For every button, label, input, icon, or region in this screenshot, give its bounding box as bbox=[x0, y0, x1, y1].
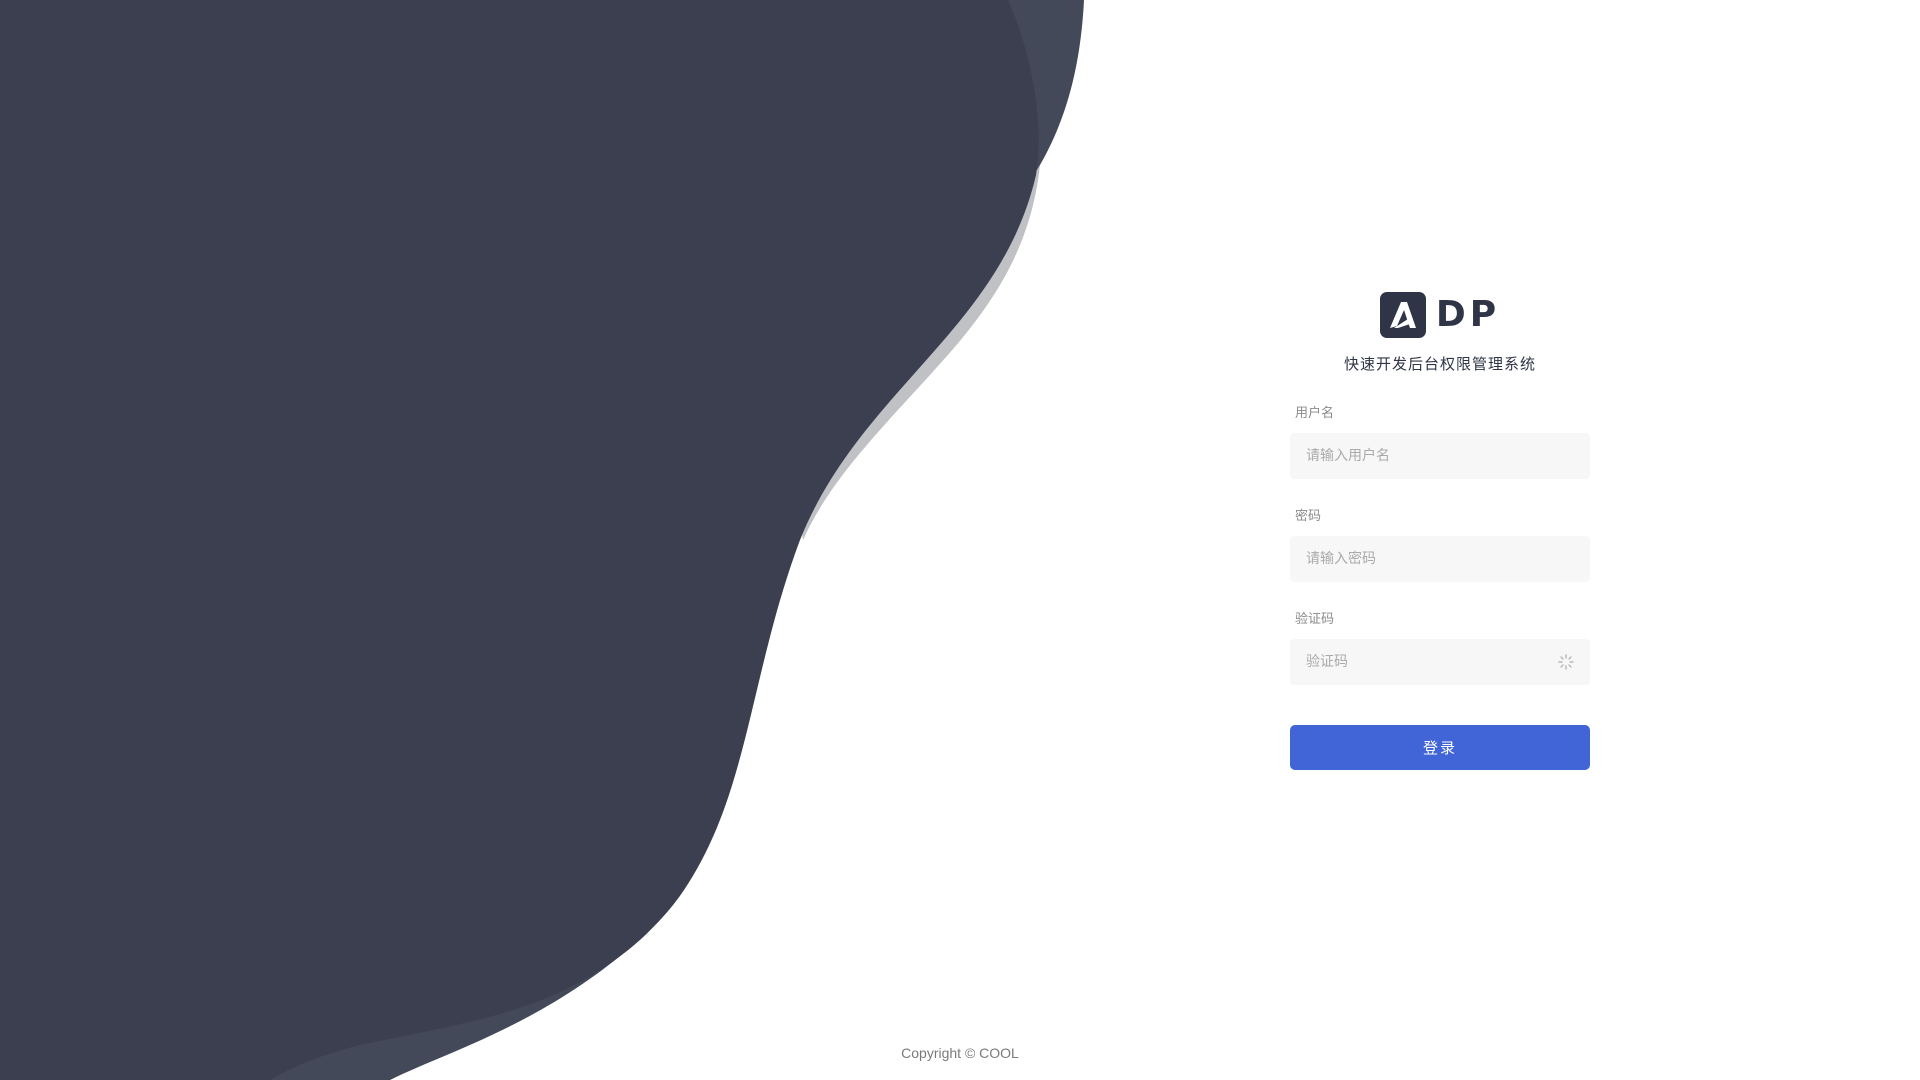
captcha-input[interactable] bbox=[1290, 639, 1590, 685]
captcha-field-group: 验证码 bbox=[1290, 610, 1590, 685]
brand-name: DP bbox=[1435, 294, 1501, 335]
password-label: 密码 bbox=[1295, 509, 1322, 524]
captcha-input-wrapper bbox=[1290, 639, 1590, 685]
letter-a-logo-icon bbox=[1379, 292, 1426, 338]
copyright-footer: Copyright © COOL bbox=[901, 1045, 1019, 1061]
username-label: 用户名 bbox=[1295, 406, 1335, 421]
system-subtitle: 快速开发后台权限管理系统 bbox=[1343, 355, 1536, 373]
background-wave-decoration bbox=[0, 0, 1084, 1080]
brand-header: DP bbox=[1290, 290, 1590, 340]
password-field-group: 密码 bbox=[1290, 507, 1590, 582]
username-input[interactable] bbox=[1290, 433, 1590, 479]
username-input-wrapper bbox=[1290, 433, 1590, 479]
captcha-label: 验证码 bbox=[1295, 612, 1335, 627]
login-panel: DP 快速开发后台权限管理系统 用户名 密码 验证码 bbox=[1290, 290, 1590, 770]
login-form: 用户名 密码 验证码 bbox=[1290, 404, 1590, 770]
password-input-wrapper bbox=[1290, 536, 1590, 582]
background-wave-main bbox=[0, 0, 1039, 1080]
username-field-group: 用户名 bbox=[1290, 404, 1590, 479]
loading-spinner-icon[interactable] bbox=[1558, 654, 1574, 670]
password-input[interactable] bbox=[1290, 536, 1590, 582]
login-button[interactable]: 登录 bbox=[1290, 725, 1590, 770]
